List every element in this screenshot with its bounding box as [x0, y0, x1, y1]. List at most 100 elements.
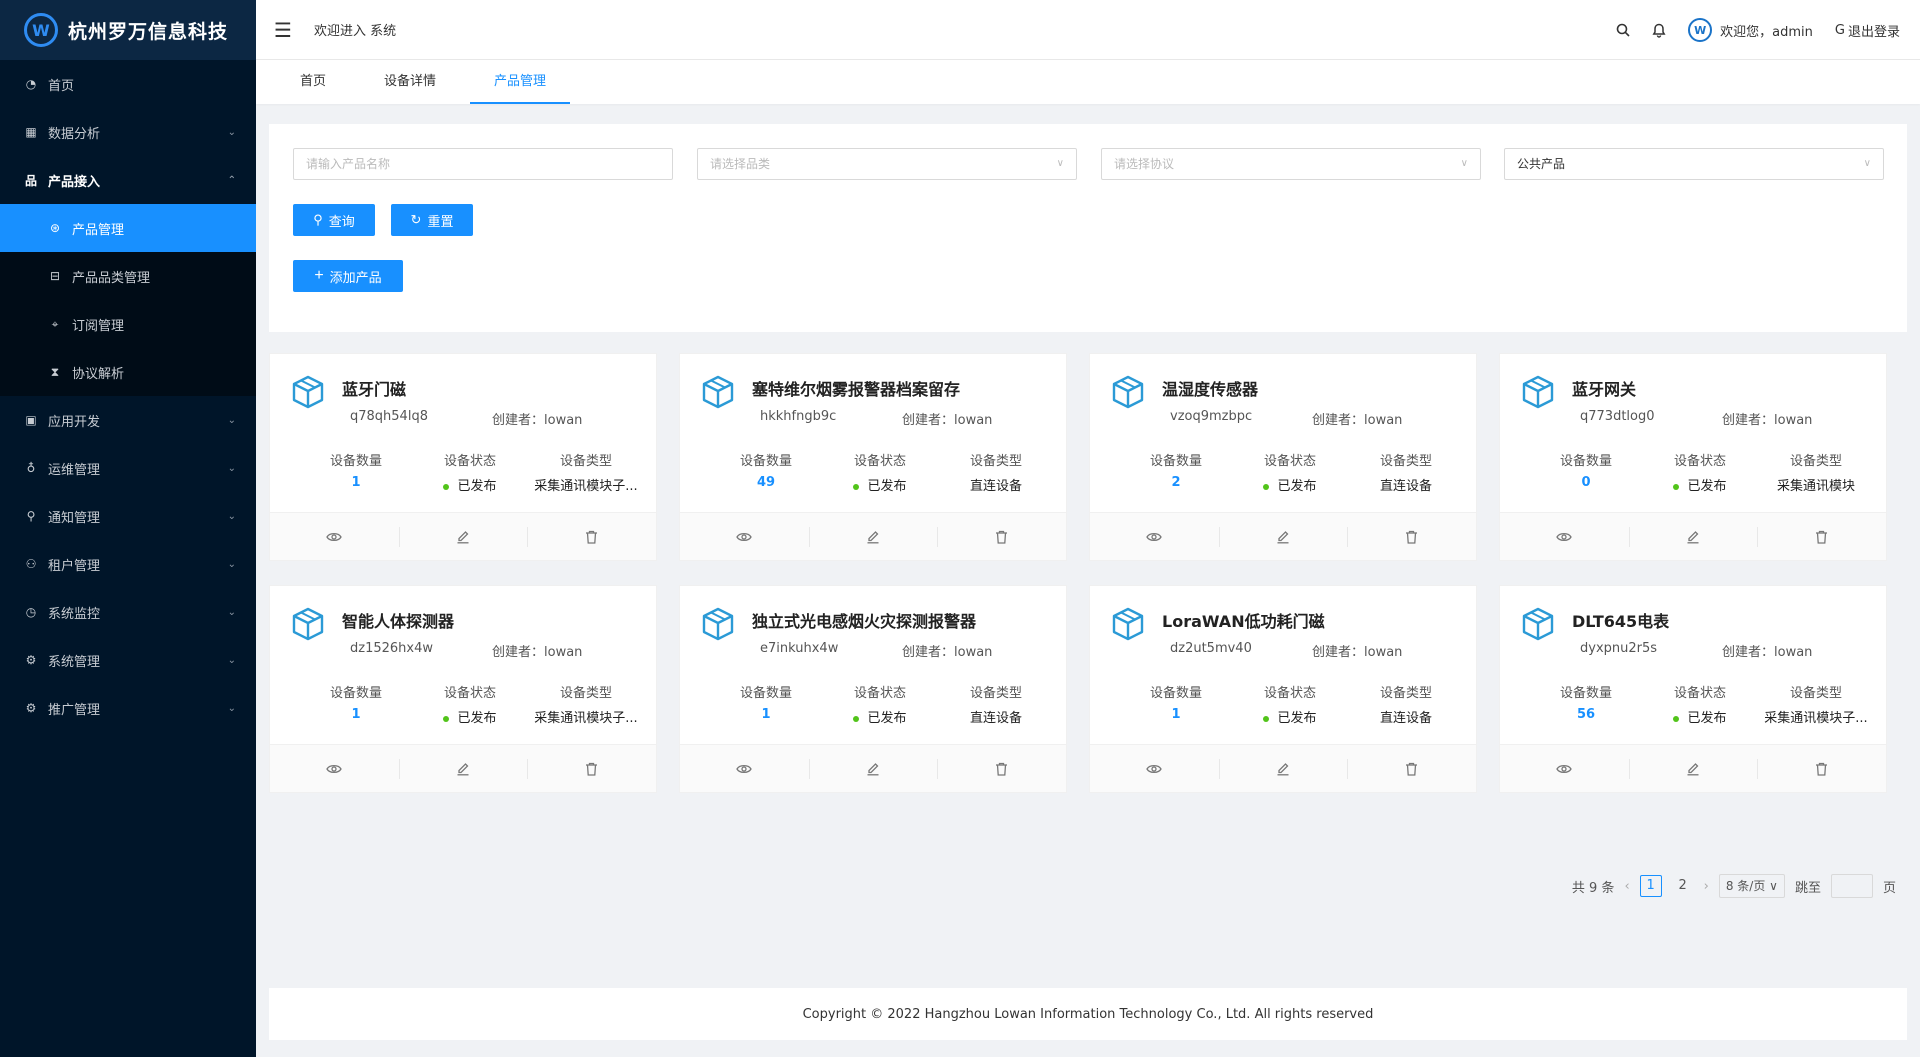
ops-icon: ♁ — [26, 461, 36, 475]
product-name: 塞特维尔烟雾报警器档案留存 — [752, 380, 961, 399]
device-count-value[interactable]: 1 — [306, 475, 406, 490]
brand[interactable]: W 杭州罗万信息科技 — [0, 0, 256, 60]
device-count-value[interactable]: 1 — [716, 707, 816, 722]
page-2[interactable]: 2 — [1672, 875, 1694, 897]
creator-prefix: 创建者： — [1312, 413, 1365, 428]
logout-button[interactable]: G 退出登录 — [1835, 21, 1900, 40]
plus-icon: + — [314, 267, 324, 284]
product-creator: 创建者：lowan — [492, 409, 582, 428]
product-card[interactable]: 温湿度传感器 vzoq9mzbpc 创建者：lowan 设备数量 2 设备状态 已发布 设备类… — [1089, 353, 1477, 561]
edit-icon[interactable] — [1628, 745, 1758, 792]
delete-icon[interactable] — [937, 745, 1066, 792]
sidebar-item-category-manage[interactable]: ⊟ 产品品类管理 — [0, 252, 256, 300]
status-text: 已发布 — [457, 711, 497, 726]
status-text: 已发布 — [1277, 711, 1317, 726]
prev-page-icon[interactable]: ‹ — [1624, 879, 1629, 894]
status-dot — [853, 483, 860, 490]
product-card[interactable]: 独立式光电感烟火灾探测报警器 e7inkuhx4w 创建者：lowan 设备数量 1 设备… — [679, 585, 1067, 793]
sidebar-item-label: 系统管理 — [48, 654, 101, 670]
view-icon[interactable] — [270, 745, 399, 792]
sidebar-item-product-access[interactable]: 品 产品接入 ⌃ — [0, 156, 256, 204]
delete-icon[interactable] — [527, 745, 656, 792]
sidebar-item-system[interactable]: ⚙ 系统管理 ⌄ — [0, 636, 256, 684]
reset-button[interactable]: ↻ 重置 — [391, 204, 473, 236]
sidebar-item-product-manage[interactable]: ⊛ 产品管理 — [0, 204, 256, 252]
logout-icon: G — [1834, 22, 1845, 38]
delete-icon[interactable] — [1347, 513, 1476, 560]
device-count-stat: 设备数量 1 — [306, 682, 406, 722]
sidebar-item-notify[interactable]: ⚲ 通知管理 ⌄ — [0, 492, 256, 540]
product-card[interactable]: 智能人体探测器 dz1526hx4w 创建者：lowan 设备数量 1 设备状态 已发布 设备… — [269, 585, 657, 793]
edit-icon[interactable] — [398, 745, 528, 792]
product-card[interactable]: 蓝牙网关 q773dtlog0 创建者：lowan 设备数量 0 设备状态 已发布 设备类型采… — [1499, 353, 1887, 561]
delete-icon[interactable] — [527, 513, 656, 560]
product-card[interactable]: DLT645电表 dyxpnu2r5s 创建者：lowan 设备数量 56 设备状态 已发布… — [1499, 585, 1887, 793]
sidebar-menu: ◔ 首页 ▦ 数据分析 ⌄ 品 产品接入 ⌃ ⊛ 产品管理 ⊟ 产品品类管理 ⌖… — [0, 60, 256, 732]
search-button[interactable]: ⚲ 查询 — [293, 204, 375, 236]
sidebar-item-label: 产品接入 — [48, 174, 101, 190]
page-size-select[interactable]: 8 条/页 ∨ — [1718, 874, 1785, 898]
device-type-stat: 设备类型 采集通讯模块子... — [522, 450, 650, 494]
device-count-value[interactable]: 56 — [1536, 707, 1636, 722]
sidebar-item-ops[interactable]: ♁ 运维管理 ⌄ — [0, 444, 256, 492]
delete-icon[interactable] — [1347, 745, 1476, 792]
view-icon[interactable] — [1500, 513, 1629, 560]
delete-icon[interactable] — [1757, 745, 1886, 792]
edit-icon[interactable] — [1218, 745, 1348, 792]
sidebar-item-app-dev[interactable]: ▣ 应用开发 ⌄ — [0, 396, 256, 444]
sidebar-item-promo[interactable]: ⚙ 推广管理 ⌄ — [0, 684, 256, 732]
sidebar-item-monitor[interactable]: ◷ 系统监控 ⌄ — [0, 588, 256, 636]
sidebar-item-protocol[interactable]: ⧗ 协议解析 — [0, 348, 256, 396]
device-status-value: 已发布 — [1650, 707, 1750, 726]
edit-icon[interactable] — [398, 513, 528, 560]
delete-icon[interactable] — [1757, 513, 1886, 560]
sidebar-item-data-analysis[interactable]: ▦ 数据分析 ⌄ — [0, 108, 256, 156]
view-icon[interactable] — [680, 745, 809, 792]
edit-icon[interactable] — [808, 745, 938, 792]
delete-icon[interactable] — [937, 513, 1066, 560]
menu-toggle-icon[interactable]: ☰ — [274, 18, 298, 42]
tab-device-detail[interactable]: 设备详情 — [360, 60, 460, 104]
jump-page-input[interactable] — [1830, 874, 1873, 898]
device-status-stat: 设备状态 已发布 — [1240, 682, 1340, 726]
view-icon[interactable] — [1090, 745, 1219, 792]
device-count-value[interactable]: 2 — [1126, 475, 1226, 490]
card-actions — [1500, 512, 1886, 560]
edit-icon[interactable] — [808, 513, 938, 560]
product-card[interactable]: 塞特维尔烟雾报警器档案留存 hkkhfngb9c 创建者：lowan 设备数量 49 设备… — [679, 353, 1067, 561]
bell-icon[interactable] — [1652, 23, 1666, 38]
user-menu[interactable]: W 欢迎您，admin — [1688, 18, 1813, 42]
add-product-button[interactable]: + 添加产品 — [293, 260, 403, 292]
category-select[interactable]: 请选择品类 ∨ — [697, 148, 1077, 180]
sidebar-item-home[interactable]: ◔ 首页 — [0, 60, 256, 108]
device-count-label: 设备数量 — [1559, 454, 1612, 469]
search-button-label: 查询 — [328, 213, 355, 229]
creator-name: lowan — [1364, 645, 1403, 660]
card-actions — [680, 744, 1066, 792]
view-icon[interactable] — [680, 513, 809, 560]
product-id: e7inkuhx4w — [760, 641, 839, 656]
device-count-value[interactable]: 0 — [1536, 475, 1636, 490]
cube-icon — [700, 374, 736, 410]
edit-icon[interactable] — [1628, 513, 1758, 560]
view-icon[interactable] — [270, 513, 399, 560]
scope-select[interactable]: 公共产品 ∨ — [1504, 148, 1884, 180]
sidebar-item-subscribe[interactable]: ⌖ 订阅管理 — [0, 300, 256, 348]
product-name-input[interactable]: 请输入产品名称 — [293, 148, 673, 180]
search-icon[interactable] — [1616, 23, 1630, 37]
tab-product-manage[interactable]: 产品管理 — [470, 60, 571, 104]
next-page-icon[interactable]: › — [1704, 879, 1709, 894]
edit-icon[interactable] — [1218, 513, 1348, 560]
view-icon[interactable] — [1090, 513, 1219, 560]
subscribe-icon: ⌖ — [51, 316, 59, 331]
product-card[interactable]: 蓝牙门磁 q78qh54lq8 创建者：lowan 设备数量 1 设备状态 已发布 设备类型采… — [269, 353, 657, 561]
sidebar-item-tenant[interactable]: ⚇ 租户管理 ⌄ — [0, 540, 256, 588]
device-count-value[interactable]: 1 — [306, 707, 406, 722]
page-1[interactable]: 1 — [1639, 875, 1662, 897]
product-card[interactable]: LoraWAN低功耗门磁 dz2ut5mv40 创建者：lowan 设备数量 1 设备状态… — [1089, 585, 1477, 793]
view-icon[interactable] — [1500, 745, 1629, 792]
device-count-value[interactable]: 49 — [716, 475, 816, 490]
tab-home[interactable]: 首页 — [276, 60, 350, 104]
device-count-value[interactable]: 1 — [1126, 707, 1226, 722]
protocol-select[interactable]: 请选择协议 ∨ — [1101, 148, 1481, 180]
